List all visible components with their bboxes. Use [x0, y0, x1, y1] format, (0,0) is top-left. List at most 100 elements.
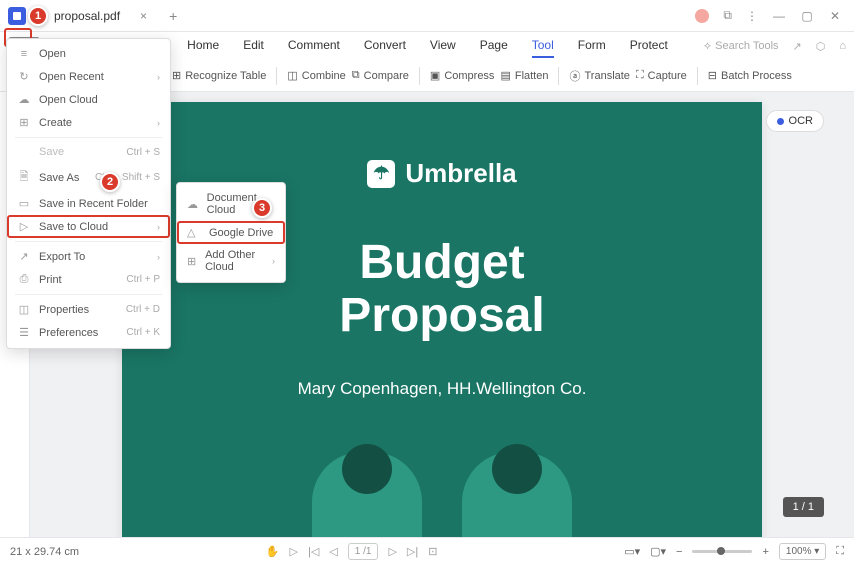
user-avatar[interactable]: [695, 9, 709, 23]
menu-save-as[interactable]: 🗎Save AsCtrl + Shift + S: [7, 163, 170, 192]
table-icon: ⊞: [172, 69, 181, 82]
doc-logo: ☂ Umbrella: [367, 158, 516, 189]
zoom-in-icon[interactable]: +: [762, 546, 768, 558]
statusbar: 21 x 29.74 cm ✋ ▷ |◁ ◁ 1 /1 ▷ ▷| ⊡ ▭▾ ▢▾…: [0, 537, 854, 565]
titlebar: proposal.pdf × + ⧉ ⋮ — ▢ ✕: [0, 0, 854, 32]
callout-1: 1: [28, 6, 48, 26]
next-page-icon[interactable]: ▷: [388, 545, 396, 558]
file-dropdown: ≡Open ↻Open Recent› ☁Open Cloud ⊞Create›…: [6, 38, 171, 349]
file-icon: 🗎: [17, 168, 31, 187]
view-mode-icon[interactable]: ▭▾: [624, 545, 640, 558]
close-tab-icon[interactable]: ×: [140, 9, 147, 23]
menu-open[interactable]: ≡Open: [7, 43, 170, 65]
app-icon: [8, 7, 26, 25]
titlebar-controls: ⧉ ⋮ — ▢ ✕: [695, 8, 842, 23]
maximize-button[interactable]: ▢: [800, 9, 814, 23]
plus-icon: ⊞: [17, 116, 31, 129]
close-window-button[interactable]: ✕: [828, 9, 842, 23]
submenu-google-drive[interactable]: △Google Drive: [177, 221, 285, 244]
preferences-icon: ☰: [17, 326, 31, 339]
tool-batch[interactable]: ⊟Batch Process: [708, 69, 792, 82]
zoom-value[interactable]: 100% ▾: [779, 543, 826, 560]
fullscreen-icon[interactable]: ⛶: [836, 545, 844, 558]
page-dimensions: 21 x 29.74 cm: [10, 546, 79, 558]
search-tools[interactable]: ⟡Search Tools: [704, 40, 779, 53]
tool-capture[interactable]: ⛶Capture: [636, 69, 687, 82]
ocr-dot-icon: [777, 118, 784, 125]
page-input[interactable]: 1 /1: [348, 543, 379, 560]
combine-icon: ◫: [287, 69, 297, 82]
chevron-right-icon: ›: [157, 118, 160, 128]
callout-2: 2: [100, 172, 120, 192]
tool-recognize-table[interactable]: ⊞Recognize Table: [172, 69, 266, 82]
share-icon[interactable]: ⧉: [723, 8, 732, 23]
menu-open-cloud[interactable]: ☁Open Cloud: [7, 88, 170, 111]
chevron-right-icon: ›: [157, 222, 160, 232]
batch-icon: ⊟: [708, 69, 717, 82]
tab-home[interactable]: Home: [187, 34, 219, 58]
chevron-right-icon: ›: [272, 256, 275, 266]
recent-icon: ↻: [17, 70, 31, 83]
save-to-cloud-submenu: ☁Document Cloud △Google Drive ⊞Add Other…: [176, 182, 286, 283]
main-tabs: Home Edit Comment Convert View Page Tool…: [155, 34, 700, 58]
last-page-icon[interactable]: ▷|: [407, 545, 418, 558]
menu-export-to[interactable]: ↗Export To›: [7, 245, 170, 268]
cloud-icon: ☁: [187, 198, 199, 211]
page-indicator: 1 / 1: [783, 497, 824, 517]
menu-print[interactable]: ⎙PrintCtrl + P: [7, 268, 170, 291]
tab-form[interactable]: Form: [578, 34, 606, 58]
list-icon: ≡: [17, 48, 31, 60]
tool-translate[interactable]: ⓐTranslate: [569, 68, 629, 84]
tab-convert[interactable]: Convert: [364, 34, 406, 58]
add-tab-button[interactable]: +: [159, 2, 187, 30]
menu-preferences[interactable]: ☰PreferencesCtrl + K: [7, 321, 170, 344]
properties-icon: ◫: [17, 303, 31, 316]
chevron-right-icon: ›: [157, 72, 160, 82]
tab-view[interactable]: View: [430, 34, 456, 58]
tool-flatten[interactable]: ▤Flatten: [500, 69, 548, 82]
search-icon: ⟡: [704, 40, 711, 53]
tab-protect[interactable]: Protect: [630, 34, 668, 58]
folder-icon: ▭: [17, 197, 31, 210]
menu-save-recent-folder[interactable]: ▭Save in Recent Folder: [7, 192, 170, 215]
capture-icon: ⛶: [636, 69, 644, 82]
tab-page[interactable]: Page: [480, 34, 508, 58]
menu-save: SaveCtrl + S: [7, 141, 170, 163]
document-tab[interactable]: proposal.pdf ×: [42, 3, 159, 29]
tab-title: proposal.pdf: [54, 9, 120, 23]
export-icon: ↗: [17, 250, 31, 263]
ocr-button[interactable]: OCR: [766, 110, 824, 132]
tab-edit[interactable]: Edit: [243, 34, 264, 58]
menu-create[interactable]: ⊞Create›: [7, 111, 170, 134]
menu-properties[interactable]: ◫PropertiesCtrl + D: [7, 298, 170, 321]
tool-combine[interactable]: ◫Combine: [287, 69, 345, 82]
menu-save-to-cloud[interactable]: ▷Save to Cloud›: [7, 215, 170, 238]
tab-comment[interactable]: Comment: [288, 34, 340, 58]
fit-icon[interactable]: ▢▾: [650, 545, 666, 558]
drive-icon: △: [187, 226, 201, 239]
select-tool-icon[interactable]: ▷: [290, 545, 298, 558]
compress-icon: ▣: [430, 69, 440, 82]
cloud-icon: ☁: [17, 93, 31, 106]
logo-text: Umbrella: [405, 158, 516, 189]
cloud-icon[interactable]: ⬡: [816, 40, 826, 53]
hand-tool-icon[interactable]: ✋: [266, 545, 280, 558]
nav-icon[interactable]: ⊡: [428, 545, 437, 558]
first-page-icon[interactable]: |◁: [308, 545, 319, 558]
flatten-icon: ▤: [500, 69, 510, 82]
minimize-button[interactable]: —: [772, 9, 786, 23]
prev-page-icon[interactable]: ◁: [329, 545, 337, 558]
zoom-slider[interactable]: [692, 550, 752, 553]
zoom-out-icon[interactable]: −: [676, 546, 682, 558]
tool-compress[interactable]: ▣Compress: [430, 69, 495, 82]
menu-open-recent[interactable]: ↻Open Recent›: [7, 65, 170, 88]
share-icon[interactable]: ↗: [793, 40, 802, 53]
plus-icon: ⊞: [187, 255, 197, 268]
more-icon[interactable]: ⋮: [746, 9, 758, 23]
tool-compare[interactable]: ⧉Compare: [352, 69, 409, 82]
home-icon[interactable]: ⌂: [839, 40, 846, 52]
submenu-add-other-cloud[interactable]: ⊞Add Other Cloud›: [177, 244, 285, 278]
tab-tool[interactable]: Tool: [532, 34, 554, 58]
umbrella-icon: ☂: [367, 160, 395, 188]
doc-author: Mary Copenhagen, HH.Wellington Co.: [298, 379, 587, 399]
